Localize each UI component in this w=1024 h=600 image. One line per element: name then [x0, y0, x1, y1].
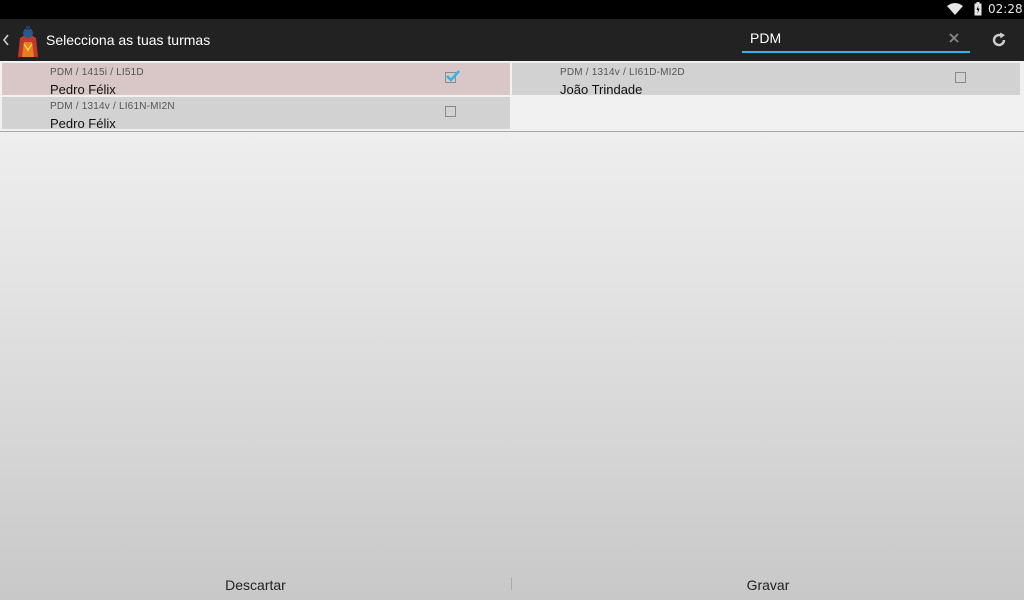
class-card[interactable]: PDM / 1415i / LI51D Pedro Félix: [2, 63, 510, 97]
app-logo[interactable]: [12, 24, 44, 58]
class-grid: PDM / 1415i / LI51D Pedro Félix PDM / 13…: [0, 61, 1024, 132]
teacher-name: Pedro Félix: [50, 82, 116, 97]
page-title: Selecciona as tuas turmas: [46, 32, 211, 48]
teacher-name: João Trindade: [560, 82, 643, 97]
action-bar: Selecciona as tuas turmas: [0, 19, 1024, 61]
class-checkbox[interactable]: [445, 70, 460, 83]
discard-button[interactable]: Descartar: [0, 570, 511, 600]
search-input[interactable]: [742, 25, 950, 51]
checkmark-icon: [446, 70, 460, 82]
search-underline: [742, 51, 970, 53]
class-code: PDM / 1314v / LI61D-MI2D: [560, 67, 685, 78]
back-caret-icon[interactable]: [2, 32, 10, 48]
save-button[interactable]: Gravar: [512, 570, 1024, 600]
class-checkbox[interactable]: [445, 106, 456, 117]
class-code: PDM / 1415i / LI51D: [50, 67, 144, 78]
clear-icon[interactable]: [947, 31, 961, 45]
teacher-name: Pedro Félix: [50, 116, 116, 131]
class-card[interactable]: PDM / 1314v / LI61N-MI2N Pedro Félix: [2, 97, 510, 131]
status-bar: 02:28: [0, 0, 1024, 19]
class-card[interactable]: PDM / 1314v / LI61D-MI2D João Trindade: [512, 63, 1020, 97]
class-checkbox[interactable]: [955, 72, 966, 83]
search-box: [742, 25, 970, 54]
battery-icon: [974, 2, 982, 16]
class-code: PDM / 1314v / LI61N-MI2N: [50, 101, 175, 112]
wifi-icon: [947, 3, 963, 15]
class-list-area: PDM / 1415i / LI51D Pedro Félix PDM / 13…: [0, 61, 1024, 600]
bottom-button-bar: Descartar Gravar: [0, 570, 1024, 600]
refresh-icon[interactable]: [990, 31, 1008, 49]
status-clock: 02:28: [988, 2, 1023, 16]
